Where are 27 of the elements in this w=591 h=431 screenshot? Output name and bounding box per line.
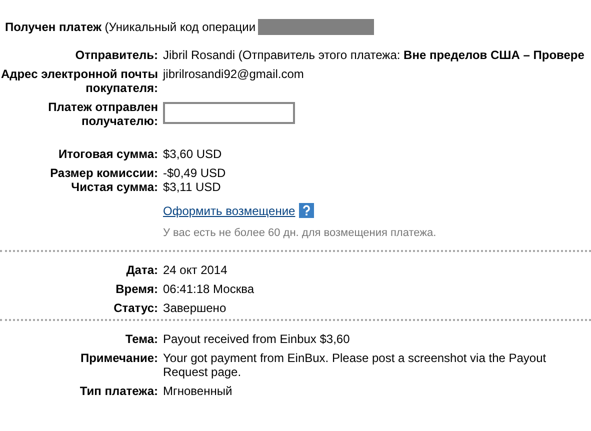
- field-value: Payout received from Einbux $3,60: [163, 332, 351, 346]
- field-value: Завершено: [163, 301, 228, 315]
- field-label: Тема:: [124, 332, 158, 346]
- refund-link[interactable]: Оформить возмещение: [163, 204, 296, 218]
- field-value: jibrilrosandi92@gmail.com: [163, 67, 305, 83]
- refund-note: У вас есть не более 60 дн. для возмещения платежа.: [163, 226, 438, 241]
- field-label: Размер комиссии:: [49, 166, 158, 180]
- field-value: -$0,49 USD: [163, 166, 227, 180]
- payment-title: Получен платеж (Уникальный код операции: [5, 20, 256, 34]
- field-value: Jibril Rosandi (Отправитель этого платежа: Вне пределов США – Провере: [163, 48, 586, 62]
- field-value: 24 окт 2014: [163, 263, 228, 277]
- field-label: Примечание:: [79, 351, 158, 367]
- field-label: Итоговая сумма:: [57, 147, 158, 161]
- field-value: Мгновенный: [163, 384, 234, 398]
- field-value: 06:41:18 Москва: [163, 282, 256, 296]
- field-label: Чистая сумма:: [70, 180, 158, 194]
- field-label: Адрес электронной почты покупателя:: [0, 67, 158, 95]
- field-value: $3,11 USD: [163, 180, 222, 194]
- field-value: $3,60 USD: [163, 147, 223, 161]
- field-label: Статус:: [112, 301, 158, 315]
- field-label: Тип платежа:: [78, 384, 158, 398]
- help-icon[interactable]: [299, 203, 314, 218]
- field-label: Время:: [114, 282, 158, 296]
- field-value: Your got payment from EinBux. Please post a screenshot via the Payout Request page.: [163, 351, 548, 379]
- field-label: Платеж отправлен получателю:: [47, 100, 158, 128]
- field-label: Отправитель:: [74, 48, 158, 62]
- field-label: Дата:: [125, 263, 158, 277]
